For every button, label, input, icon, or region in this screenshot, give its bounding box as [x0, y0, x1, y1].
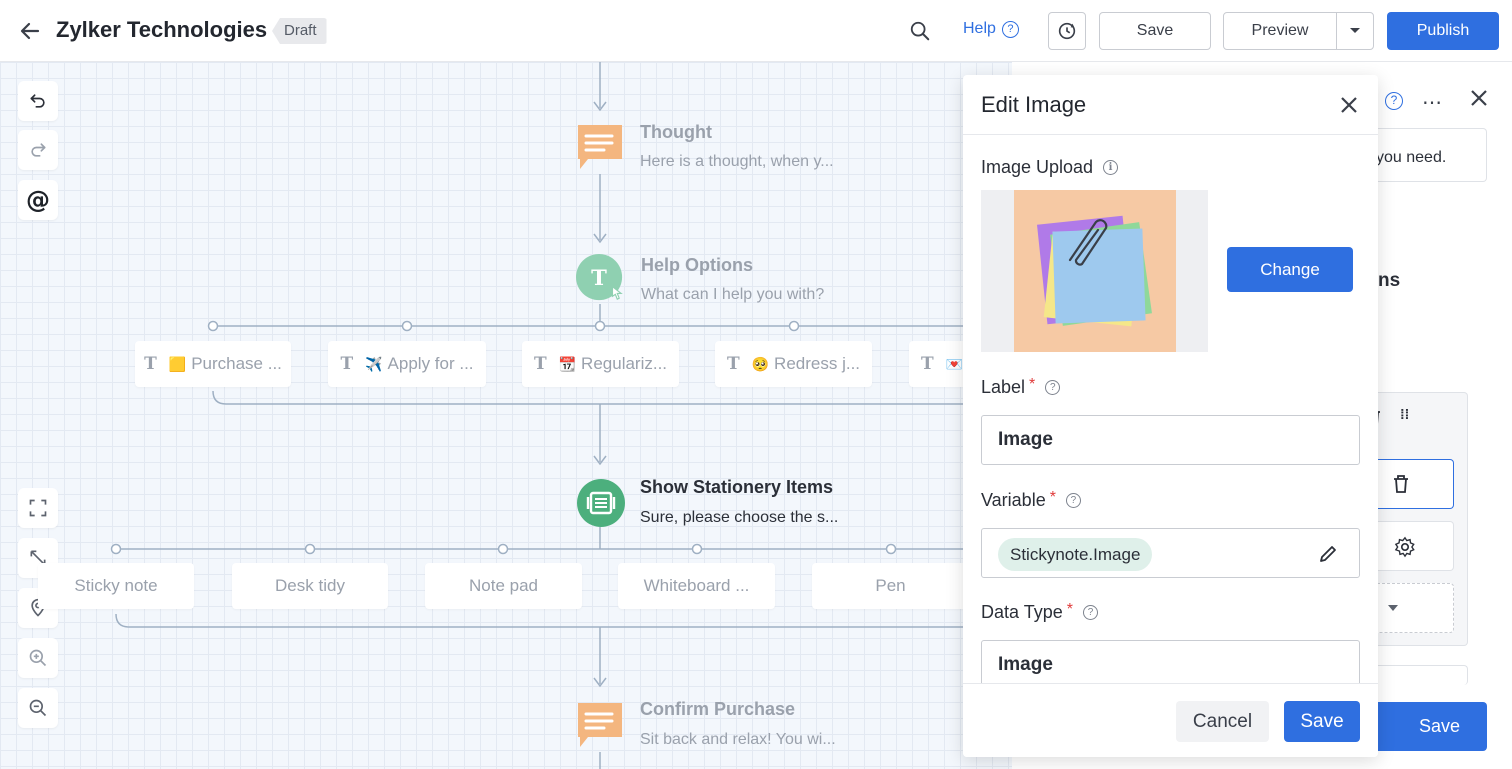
option-chip-more[interactable]: T 💌	[909, 341, 969, 387]
show-items-title: Show Stationery Items	[640, 477, 834, 497]
help-options-title: Help Options	[641, 255, 753, 275]
confirm-node-icon[interactable]	[576, 700, 624, 748]
item-chip-note-pad[interactable]: Note pad	[425, 563, 582, 609]
item-chip-desk-tidy[interactable]: Desk tidy	[232, 563, 388, 609]
sticky-note-image	[1014, 190, 1176, 352]
image-upload-label: Image Upload i	[981, 157, 1119, 178]
flow-connectors	[110, 62, 985, 769]
option-label: Redress j...	[774, 354, 861, 373]
thought-title: Thought	[640, 122, 712, 142]
dialog-title: Edit Image	[981, 92, 1087, 117]
label-field-label: Label * ?	[981, 375, 1061, 398]
item-chip-whiteboard[interactable]: Whiteboard ...	[618, 563, 775, 609]
cancel-button[interactable]: Cancel	[1176, 701, 1269, 742]
caret-down-icon	[1350, 28, 1360, 33]
option-label: Purchase ...	[191, 354, 282, 373]
help-circle-icon: ?	[1082, 605, 1098, 620]
drag-handle-icon[interactable]: ⁞⁞	[1400, 407, 1409, 421]
confirm-subtitle: Sit back and relax! You wi...	[640, 731, 836, 748]
show-items-subtitle: Sure, please choose the s...	[640, 509, 839, 526]
option-emoji: 📆	[558, 355, 577, 372]
option-label: Regulariz...	[581, 354, 668, 373]
header-save-button[interactable]: Save	[1099, 12, 1211, 50]
variable-chip: Stickynote.Image	[998, 538, 1153, 571]
help-options-subtitle: What can I help you with?	[641, 286, 825, 303]
change-image-button[interactable]: Change	[1227, 247, 1353, 292]
option-chip-apply[interactable]: T ✈️ Apply for ...	[328, 341, 486, 387]
page-title: Zylker Technologies	[56, 17, 268, 42]
data-type-field-label: Data Type * ?	[981, 600, 1098, 623]
preview-dropdown-button[interactable]	[1336, 12, 1374, 50]
option-emoji: 🥺	[751, 355, 770, 372]
text-type-icon: T	[340, 354, 354, 374]
help-link[interactable]: Help ?	[963, 20, 1019, 38]
text-type-icon: T	[533, 354, 547, 374]
panel-close-icon[interactable]	[1469, 88, 1489, 113]
preview-button[interactable]: Preview	[1223, 12, 1337, 50]
top-header: Zylker Technologies Draft Help ? Save Pr…	[0, 0, 1512, 62]
history-icon	[1058, 22, 1076, 40]
dialog-header: Edit Image	[963, 75, 1378, 135]
option-label: Apply for ...	[387, 354, 474, 373]
history-button[interactable]	[1048, 12, 1086, 50]
close-icon[interactable]	[1335, 91, 1363, 119]
info-icon: i	[1103, 160, 1119, 175]
text-node-icon[interactable]: T	[576, 254, 624, 303]
option-chip-redress[interactable]: T 🥺 Redress j...	[715, 341, 872, 387]
confirm-title: Confirm Purchase	[640, 699, 796, 719]
help-circle-icon: ?	[1045, 380, 1061, 395]
option-chip-purchase[interactable]: T 🟨 Purchase ...	[135, 341, 291, 387]
help-circle-icon: ?	[1065, 493, 1081, 508]
help-question-icon: ?	[1001, 20, 1019, 38]
item-chip-sticky-note[interactable]: Sticky note	[38, 563, 194, 609]
variable-field-label-text: Variable	[981, 490, 1046, 510]
thought-node-icon[interactable]	[576, 122, 624, 170]
panel-help-icon[interactable]: ?	[1385, 92, 1403, 110]
required-asterisk: *	[1029, 375, 1036, 393]
image-upload-label-text: Image Upload	[981, 157, 1094, 177]
variable-field-label: Variable * ?	[981, 488, 1081, 511]
option-emoji: 🟨	[168, 355, 187, 372]
text-type-icon: T	[144, 354, 157, 374]
edit-image-dialog: Edit Image Image Upload i Change Label *…	[963, 75, 1378, 757]
data-type-field-label-text: Data Type	[981, 602, 1063, 622]
status-badge: Draft	[272, 18, 327, 44]
image-preview	[981, 190, 1208, 352]
text-type-icon: T	[921, 354, 934, 374]
help-label: Help	[963, 20, 996, 37]
required-asterisk: *	[1066, 600, 1073, 618]
item-chip-pen[interactable]: Pen	[812, 563, 969, 609]
pencil-edit-icon[interactable]	[1318, 544, 1338, 564]
dialog-footer: Cancel Save	[963, 683, 1378, 757]
gear-icon[interactable]	[1394, 536, 1416, 558]
option-chip-regularize[interactable]: T 📆 Regulariz...	[522, 341, 679, 387]
caret-down-icon	[1388, 605, 1398, 611]
show-items-node-icon[interactable]	[577, 479, 625, 527]
panel-heading-partial: ns	[1378, 270, 1401, 291]
variable-input[interactable]: Stickynote.Image	[981, 528, 1360, 578]
svg-text:T: T	[591, 265, 607, 290]
back-arrow-icon[interactable]	[16, 17, 44, 45]
option-emoji: ✈️	[365, 355, 383, 372]
label-input[interactable]: Image	[981, 415, 1360, 465]
label-field-label-text: Label	[981, 377, 1026, 397]
required-asterisk: *	[1049, 488, 1056, 506]
save-button[interactable]: Save	[1284, 701, 1360, 742]
panel-text-partial: you need.	[1376, 149, 1447, 166]
search-icon[interactable]	[906, 17, 934, 45]
more-options-icon[interactable]: ⋯	[1422, 90, 1443, 115]
publish-button[interactable]: Publish	[1387, 12, 1499, 50]
text-type-icon: T	[726, 354, 740, 374]
thought-subtitle: Here is a thought, when y...	[640, 153, 834, 170]
option-emoji: 💌	[945, 355, 964, 372]
trash-icon[interactable]	[1392, 474, 1410, 494]
